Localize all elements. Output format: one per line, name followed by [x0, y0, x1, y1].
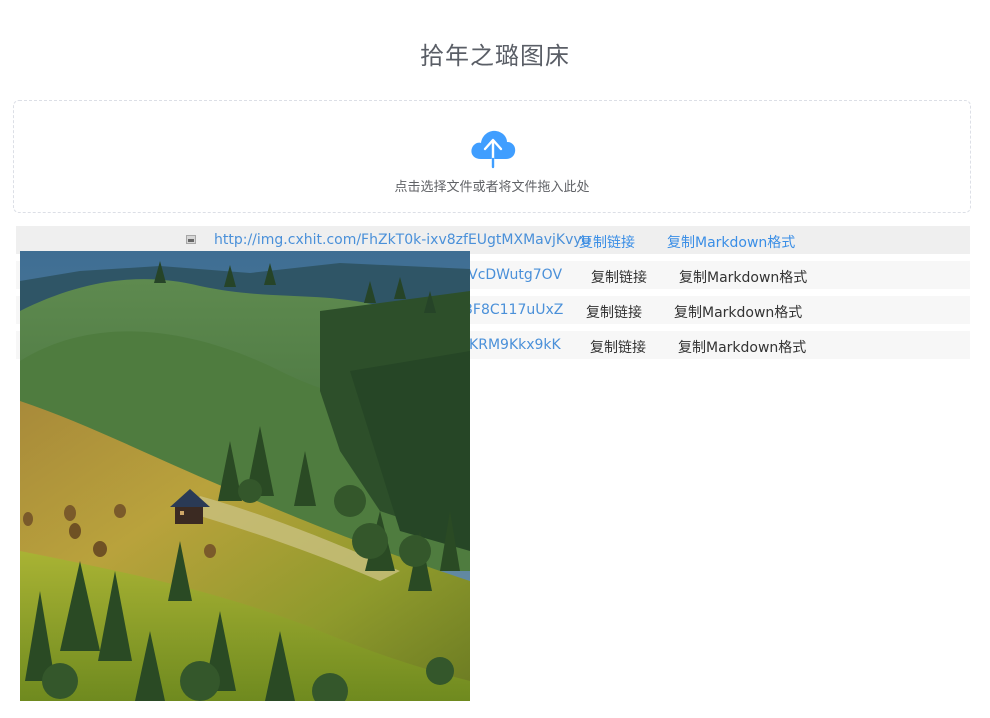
file-url-link[interactable]: JVcDWutg7OV	[464, 267, 562, 283]
copy-link-button[interactable]: 复制链接	[579, 232, 635, 252]
copy-markdown-button[interactable]: 复制Markdown格式	[674, 302, 802, 322]
cloud-upload-icon	[471, 130, 516, 169]
upload-dropzone[interactable]: 点击选择文件或者将文件拖入此处	[13, 100, 971, 213]
copy-link-button[interactable]: 复制链接	[591, 267, 647, 287]
copy-link-button[interactable]: 复制链接	[590, 337, 646, 357]
copy-markdown-button[interactable]: 复制Markdown格式	[679, 267, 807, 287]
image-thumbnail-icon[interactable]	[186, 235, 196, 244]
file-url-link[interactable]: 3F8C117uUxZ	[464, 302, 563, 318]
copy-markdown-button[interactable]: 复制Markdown格式	[667, 232, 795, 252]
file-url-link[interactable]: -KRM9Kkx9kK	[464, 337, 561, 353]
image-preview	[20, 251, 470, 701]
upload-hint: 点击选择文件或者将文件拖入此处	[394, 180, 590, 195]
file-url-link[interactable]: http://img.cxhit.com/FhZkT0k-ixv8zfEUgtM…	[214, 232, 591, 248]
page-title: 拾年之璐图床	[420, 42, 570, 70]
copy-link-button[interactable]: 复制链接	[586, 302, 642, 322]
landscape-photo	[20, 251, 470, 701]
file-row: http://img.cxhit.com/FhZkT0k-ixv8zfEUgtM…	[16, 226, 970, 254]
copy-markdown-button[interactable]: 复制Markdown格式	[678, 337, 806, 357]
